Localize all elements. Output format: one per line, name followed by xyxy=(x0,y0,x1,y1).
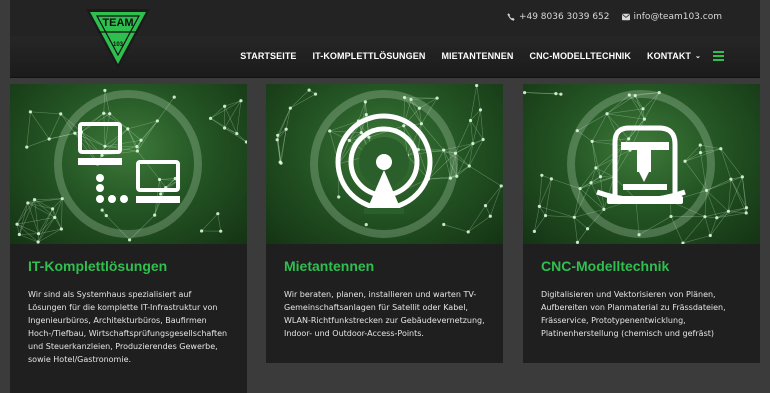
card-text: Wir beraten, planen, installieren und wa… xyxy=(284,290,485,338)
card-title[interactable]: IT-Komplettlösungen xyxy=(28,258,247,274)
card-image xyxy=(523,84,760,244)
logo-number: 103 xyxy=(112,42,123,48)
contact-info: +49 8036 3039 652 info@team103.com xyxy=(507,12,722,22)
email-address: info@team103.com xyxy=(633,12,723,22)
logo-text: TEAM xyxy=(102,17,134,29)
card-image xyxy=(10,84,247,244)
nav-item-kontakt-label: KONTAKT xyxy=(647,51,692,61)
antenna-broadcast-icon xyxy=(335,113,433,214)
main-nav: STARTSEITE IT-KOMPLETTLÖSUNGEN MIETANTEN… xyxy=(224,51,724,61)
nav-item-it-komplettloesungen[interactable]: IT-KOMPLETTLÖSUNGEN xyxy=(313,51,426,61)
service-card-it[interactable]: IT-Komplettlösungen Wir sind als Systemh… xyxy=(10,84,247,393)
cnc-machine-icon xyxy=(596,125,686,204)
nav-item-mietantennen[interactable]: MIETANTENNEN xyxy=(441,51,513,61)
card-title[interactable]: Mietantennen xyxy=(284,258,503,274)
computer-network-icon xyxy=(78,122,180,203)
team103-logo[interactable]: TEAM 103 xyxy=(85,8,151,70)
email-link[interactable]: info@team103.com xyxy=(621,12,723,22)
phone-number: +49 8036 3039 652 xyxy=(518,12,610,22)
phone-icon xyxy=(507,13,515,21)
chevron-down-icon: ⌄ xyxy=(695,53,701,60)
envelope-icon xyxy=(621,13,630,21)
card-text: Wir sind als Systemhaus spezialisiert au… xyxy=(28,290,228,364)
menu-icon[interactable] xyxy=(713,51,724,61)
card-title[interactable]: CNC-Modelltechnik xyxy=(541,258,760,274)
nav-item-kontakt[interactable]: KONTAKT ⌄ xyxy=(647,51,701,61)
nav-item-startseite[interactable]: STARTSEITE xyxy=(240,51,296,61)
service-card-mietantennen[interactable]: Mietantennen Wir beraten, planen, instal… xyxy=(266,84,503,363)
nav-item-cnc-modelltechnik[interactable]: CNC-MODELLTECHNIK xyxy=(529,51,631,61)
card-image xyxy=(266,84,503,244)
card-text: Digitalisieren und Vektorisieren von Plä… xyxy=(541,290,726,338)
service-card-cnc[interactable]: CNC-Modelltechnik Digitalisieren und Vek… xyxy=(523,84,760,363)
phone-link[interactable]: +49 8036 3039 652 xyxy=(507,12,610,22)
